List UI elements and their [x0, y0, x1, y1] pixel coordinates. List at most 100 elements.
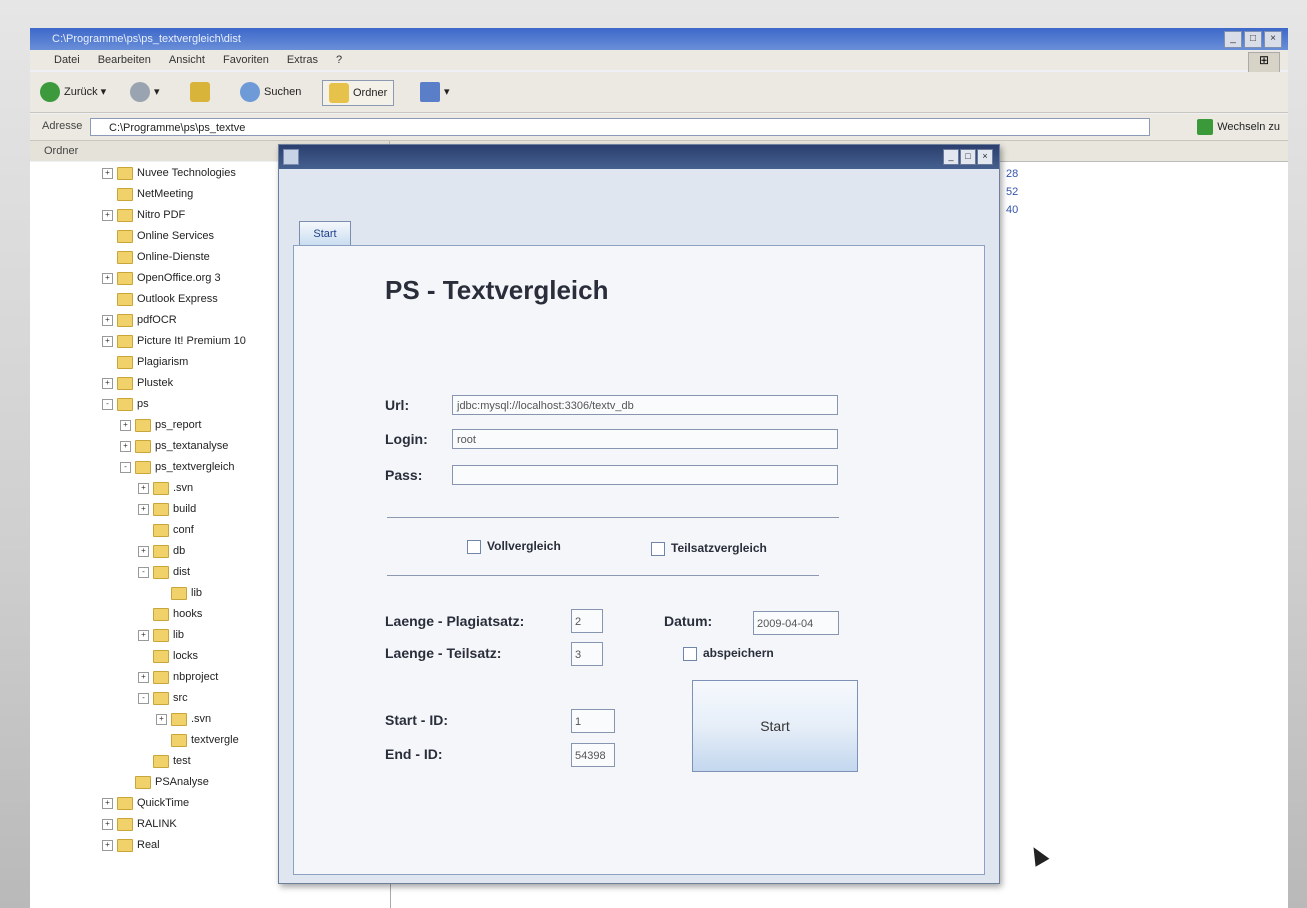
menu-datei[interactable]: Datei [54, 50, 80, 70]
expand-icon[interactable]: + [102, 167, 113, 179]
menu-help[interactable]: ? [336, 50, 342, 70]
search-button[interactable]: Suchen [240, 80, 301, 104]
tree-item[interactable]: + .svn [156, 710, 211, 728]
collapse-icon[interactable]: - [102, 398, 113, 410]
abspeichern-checkbox[interactable]: abspeichern [683, 646, 774, 661]
expand-icon[interactable]: + [102, 272, 113, 284]
tree-item[interactable]: + pdfOCR [102, 311, 177, 329]
expand-icon[interactable]: + [102, 797, 113, 809]
expand-icon[interactable]: + [102, 818, 113, 830]
tree-item[interactable]: + ps_report [120, 416, 201, 434]
expand-icon[interactable]: + [102, 335, 113, 347]
tree-item[interactable]: Online-Dienste [102, 248, 210, 266]
tree-item[interactable]: + Picture It! Premium 10 [102, 332, 246, 350]
tree-item[interactable]: NetMeeting [102, 185, 193, 203]
tree-item[interactable]: + lib [138, 626, 184, 644]
expand-icon[interactable]: + [138, 629, 149, 641]
start-button[interactable]: Start [692, 680, 858, 772]
tree-item[interactable]: + Nitro PDF [102, 206, 185, 224]
tree-item[interactable]: + nbproject [138, 668, 218, 686]
collapse-icon[interactable]: - [138, 566, 149, 578]
tree-item[interactable]: + RALINK [102, 815, 177, 833]
pass-field[interactable] [452, 465, 838, 485]
menu-favoriten[interactable]: Favoriten [223, 50, 269, 70]
view-button[interactable]: ▾ [420, 80, 450, 104]
datum-field[interactable]: 2009-04-04 [753, 611, 839, 635]
pass-label: Pass: [385, 467, 423, 483]
laenge-plagiatsatz-field[interactable]: 2 [571, 609, 603, 633]
tree-item[interactable]: Outlook Express [102, 290, 218, 308]
tree-item[interactable]: - ps [102, 395, 149, 413]
up-folder-button[interactable] [190, 80, 214, 104]
tree-item[interactable]: + Nuvee Technologies [102, 164, 236, 182]
expand-icon[interactable]: + [102, 377, 113, 389]
laenge-teilsatz-field[interactable]: 3 [571, 642, 603, 666]
tree-item-label: Outlook Express [137, 293, 218, 305]
address-input[interactable]: C:\Programme\ps\ps_textve [90, 118, 1150, 136]
java-app-icon [283, 149, 299, 165]
teilsatzvergleich-checkbox[interactable]: Teilsatzvergleich [651, 541, 767, 556]
close-icon[interactable]: × [977, 149, 993, 165]
vollvergleich-checkbox[interactable]: Vollvergleich [467, 539, 561, 554]
expand-icon[interactable]: + [156, 713, 167, 725]
explorer-menubar: Datei Bearbeiten Ansicht Favoriten Extra… [30, 50, 1288, 70]
tree-item[interactable]: - ps_textvergleich [120, 458, 235, 476]
tree-item[interactable]: test [138, 752, 191, 770]
maximize-icon[interactable]: □ [1244, 31, 1262, 48]
tree-item-label: QuickTime [137, 797, 190, 809]
tree-item[interactable]: + ps_textanalyse [120, 437, 228, 455]
start-id-field[interactable]: 1 [571, 709, 615, 733]
tree-item[interactable]: lib [156, 584, 202, 602]
url-field[interactable]: jdbc:mysql://localhost:3306/textv_db [452, 395, 838, 415]
tree-item[interactable]: conf [138, 521, 194, 539]
expand-icon[interactable]: + [138, 545, 149, 557]
maximize-icon[interactable]: □ [960, 149, 976, 165]
tree-item[interactable]: - src [138, 689, 188, 707]
explorer-titlebar[interactable]: C:\Programme\ps\ps_textvergleich\dist _ … [30, 28, 1288, 50]
expand-icon[interactable]: + [138, 671, 149, 683]
expand-icon[interactable]: + [138, 503, 149, 515]
folder-icon [171, 733, 187, 747]
menu-extras[interactable]: Extras [287, 50, 318, 70]
collapse-icon[interactable]: - [138, 692, 149, 704]
login-field[interactable]: root [452, 429, 838, 449]
dialog-titlebar[interactable]: _ □ × [279, 145, 999, 169]
end-id-field[interactable]: 54398 [571, 743, 615, 767]
folder-icon [153, 481, 169, 495]
expand-icon[interactable]: + [120, 419, 131, 431]
expand-icon[interactable]: + [120, 440, 131, 452]
tree-item[interactable]: + OpenOffice.org 3 [102, 269, 221, 287]
tree-item[interactable]: locks [138, 647, 198, 665]
folder-icon [117, 187, 133, 201]
back-button[interactable]: Zurück ▾ [40, 80, 106, 104]
tree-item[interactable]: PSAnalyse [120, 773, 209, 791]
collapse-icon[interactable]: - [120, 461, 131, 473]
expand-icon[interactable]: + [102, 314, 113, 326]
tree-item[interactable]: + .svn [138, 479, 193, 497]
expand-icon[interactable]: + [102, 839, 113, 851]
close-icon[interactable]: × [1264, 31, 1282, 48]
minimize-icon[interactable]: _ [1224, 31, 1242, 48]
menu-ansicht[interactable]: Ansicht [169, 50, 205, 70]
minimize-icon[interactable]: _ [943, 149, 959, 165]
folder-icon [153, 670, 169, 684]
folders-button[interactable]: Ordner [322, 80, 395, 106]
tree-item-label: PSAnalyse [155, 776, 209, 788]
go-button[interactable]: Wechseln zu [1197, 118, 1280, 136]
forward-button[interactable]: ▾ [130, 80, 160, 104]
folder-icon [117, 817, 133, 831]
tree-item[interactable]: - dist [138, 563, 190, 581]
tree-item[interactable]: hooks [138, 605, 202, 623]
tree-item[interactable]: + QuickTime [102, 794, 189, 812]
tab-start[interactable]: Start [299, 221, 351, 246]
menu-bearbeiten[interactable]: Bearbeiten [98, 50, 151, 70]
expand-icon[interactable]: + [102, 209, 113, 221]
tree-item[interactable]: + Plustek [102, 374, 173, 392]
tree-item[interactable]: Plagiarism [102, 353, 188, 371]
tree-item[interactable]: + Real [102, 836, 160, 854]
expand-icon[interactable]: + [138, 482, 149, 494]
tree-item[interactable]: Online Services [102, 227, 214, 245]
tree-item[interactable]: + build [138, 500, 196, 518]
tree-item[interactable]: + db [138, 542, 185, 560]
tree-item[interactable]: textvergle [156, 731, 239, 749]
